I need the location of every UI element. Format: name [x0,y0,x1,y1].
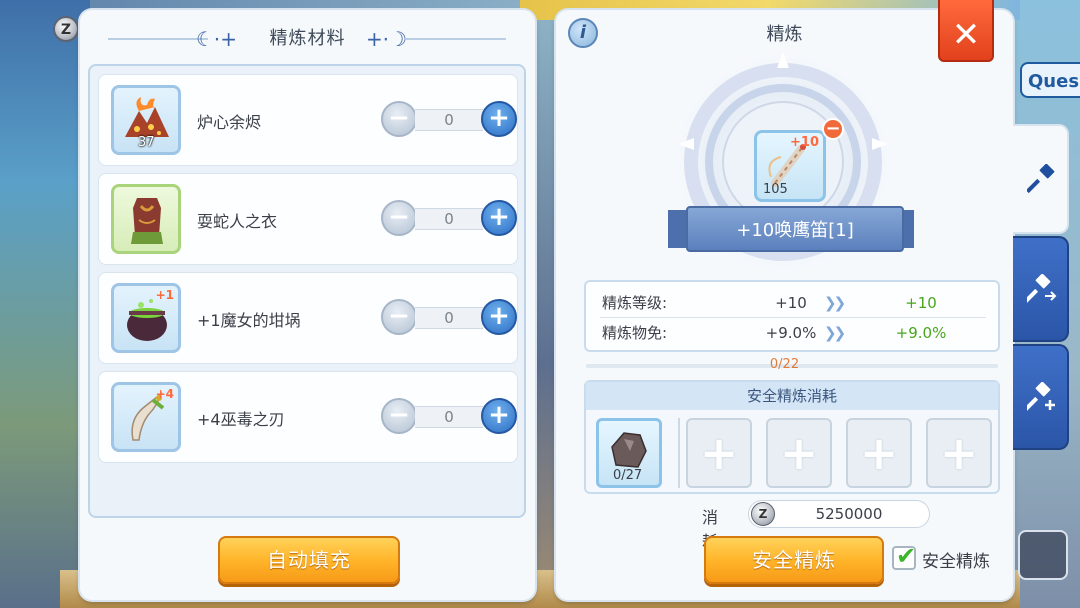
refine-item-slot[interactable]: +10 105 [754,130,826,202]
slot-count: 0/27 [613,468,643,483]
item-count: 105 [763,182,788,197]
plus-icon: + [488,400,510,430]
material-name: +4巫毒之刃 [197,410,285,429]
decrease-button[interactable]: − [381,200,417,236]
minus-icon: − [825,118,841,139]
snake-charmer-robe-icon [131,198,163,244]
zeny-coin-icon: Z [53,16,79,42]
tab-refine-transfer[interactable] [1013,236,1069,342]
quantity-stepper: − 0 + [381,101,519,139]
plus-icon: + [859,426,899,480]
material-row: 37 炉心余烬 − 0 + [98,74,518,166]
quantity-value: 0 [415,406,483,428]
hammer-icon [1027,164,1055,194]
stat-label: 精炼物免: [602,324,668,342]
material-name: 炉心余烬 [197,113,262,132]
empty-material-slot[interactable]: + [766,418,832,488]
zeny-coin-icon: Z [751,502,775,526]
minus-icon: − [388,103,410,133]
auto-fill-button[interactable]: 自动填充 [218,536,400,584]
refine-panel: i 精炼 ✕ +10 105 − +10唤鹰笛[1] 精炼等级: +10 ❯❯ … [556,0,1013,600]
double-chevron-right-icon: ❯❯ [824,294,846,312]
decrease-button[interactable]: − [381,299,417,335]
safe-material-slot[interactable]: 0/27 [596,418,662,488]
material-list[interactable]: 37 炉心余烬 − 0 + 耍蛇人之衣 − 0 + +1 +1魔女的坩埚 − 0… [88,64,526,518]
material-count: 37 [138,135,155,150]
item-name-banner: +10唤鹰笛[1] [686,206,904,252]
stat-next: +9.0% [895,324,947,342]
quest-button[interactable]: Ques [1020,62,1080,98]
minus-icon: − [388,400,410,430]
increase-button[interactable]: + [481,101,517,137]
double-chevron-right-icon: ❯❯ [824,324,846,342]
tab-refine-add[interactable] [1013,344,1069,450]
quantity-stepper: − 0 + [381,200,519,238]
increase-button[interactable]: + [481,299,517,335]
close-button[interactable]: ✕ [938,0,994,62]
stat-current: +9.0% [765,324,817,342]
stat-label: 精炼等级: [602,294,668,312]
quantity-value: 0 [415,109,483,131]
quantity-value: 0 [415,208,483,230]
material-name: 耍蛇人之衣 [197,212,278,231]
material-thumbnail[interactable]: +1 [111,283,181,353]
panel-title: 精炼材料 [269,28,346,49]
minus-icon: − [388,301,410,331]
plus-icon: + [488,301,510,331]
hammer-transfer-icon [1027,274,1057,304]
remove-item-button[interactable]: − [822,118,844,140]
safe-refine-cost-header: 安全精炼消耗 [586,382,998,410]
item-enhance-level: +10 [790,135,819,150]
refine-progress-text: 0/22 [769,357,800,372]
safe-refine-checkbox-label: 安全精炼 [922,552,990,572]
tab-refine[interactable] [1013,124,1069,234]
enhance-level: +4 [155,387,174,401]
title-divider-right [406,38,506,40]
material-thumbnail[interactable]: +4 [111,382,181,452]
material-thumbnail[interactable] [111,184,181,254]
plus-icon: + [939,426,979,480]
decrease-button[interactable]: − [381,398,417,434]
increase-button[interactable]: + [481,398,517,434]
plus-icon: + [779,426,819,480]
safe-refine-cost-box: 安全精炼消耗 0/27 + + + + [584,380,1000,494]
quantity-stepper: − 0 + [381,398,519,436]
moon-ornament-icon: +⋅☽ [366,27,408,51]
decrease-button[interactable]: − [381,101,417,137]
safe-refine-button[interactable]: 安全精炼 [704,536,884,584]
hammer-plus-icon [1027,382,1055,412]
empty-material-slot[interactable]: + [846,418,912,488]
refine-materials-panel: ☾⋅+ 精炼材料 +⋅☽ 37 炉心余烬 − 0 + 耍蛇人之衣 − 0 + +… [80,10,535,600]
increase-button[interactable]: + [481,200,517,236]
safe-refine-checkbox[interactable]: ✔ [892,542,916,570]
close-icon: ✕ [951,15,981,55]
cost-value: 5250000 [815,505,883,523]
slot-separator [678,418,680,488]
quantity-stepper: − 0 + [381,299,519,337]
minus-icon: − [388,202,410,232]
empty-material-slot[interactable]: + [686,418,752,488]
plus-icon: + [699,426,739,480]
material-row: +4 +4巫毒之刃 − 0 + [98,371,518,463]
refine-stats-box: 精炼等级: +10 ❯❯ +10 精炼物免: +9.0% ❯❯ +9.0% [584,280,1000,352]
empty-material-slot[interactable]: + [926,418,992,488]
material-row: 耍蛇人之衣 − 0 + [98,173,518,265]
background-scene-left [0,0,90,608]
material-name: +1魔女的坩埚 [197,311,301,330]
enhance-level: +1 [155,288,174,302]
stat-current: +10 [775,294,807,312]
plus-icon: + [488,202,510,232]
plus-icon: + [488,103,510,133]
cost-box: Z 5250000 [748,500,930,528]
stat-row: 精炼等级: +10 ❯❯ +10 [586,288,998,318]
quantity-value: 0 [415,307,483,329]
material-row: +1 +1魔女的坩埚 − 0 + [98,272,518,364]
checkmark-icon: ✔ [896,542,917,570]
stat-next: +10 [905,294,937,312]
material-thumbnail[interactable]: 37 [111,85,181,155]
shop-cart-icon[interactable] [1018,530,1068,580]
stat-row: 精炼物免: +9.0% ❯❯ +9.0% [586,318,998,348]
